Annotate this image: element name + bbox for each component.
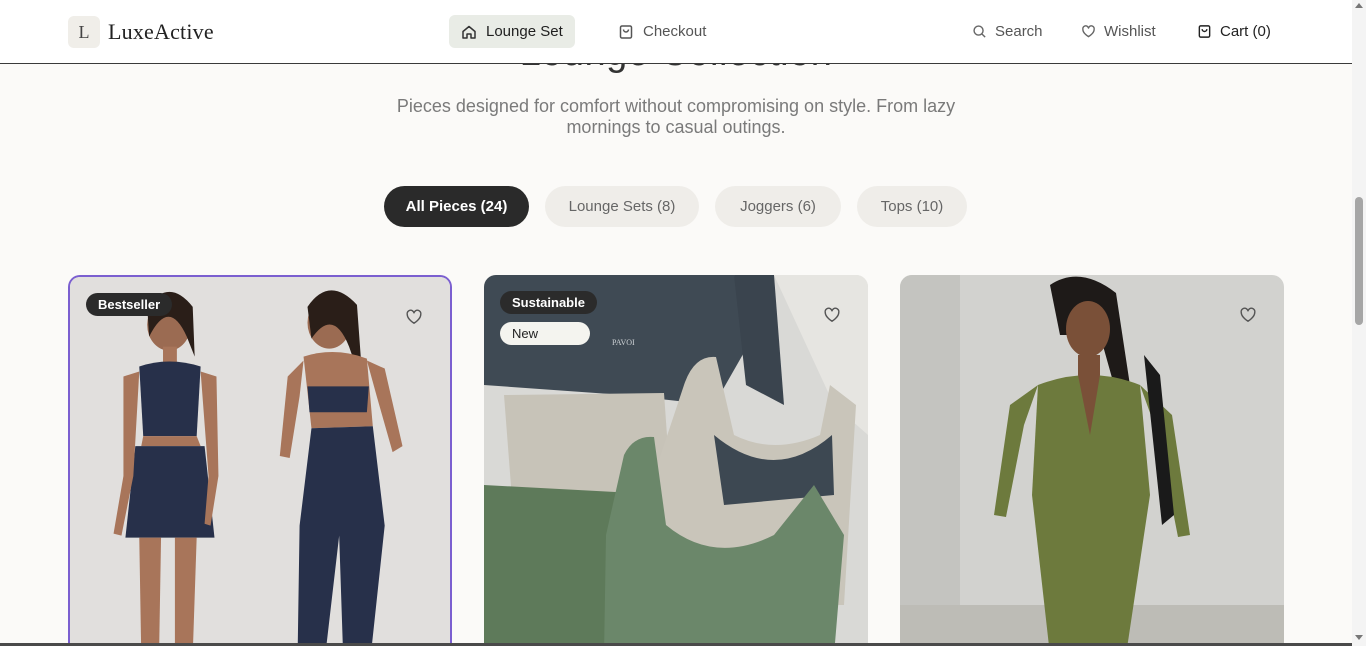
product-card[interactable]: Bestseller: [68, 275, 452, 646]
product-image: [70, 277, 450, 646]
cart-icon: [1198, 25, 1211, 38]
section-description: Pieces designed for comfort without comp…: [396, 96, 956, 137]
badge-new: New: [500, 322, 590, 345]
search-icon: [973, 25, 986, 38]
scroll-up-arrow-icon[interactable]: [1355, 3, 1363, 8]
nav-checkout[interactable]: Checkout: [606, 15, 718, 48]
heart-icon: [824, 307, 840, 322]
svg-text:PAVOI: PAVOI: [612, 338, 635, 347]
nav-search-label: Search: [995, 23, 1043, 40]
scrollbar[interactable]: [1352, 0, 1366, 646]
scrollbar-thumb[interactable]: [1355, 197, 1363, 325]
logo[interactable]: L LuxeActive: [68, 16, 214, 48]
brand-name: LuxeActive: [108, 19, 214, 44]
heart-icon: [1240, 307, 1256, 322]
nav-lounge-set-label: Lounge Set: [486, 23, 563, 40]
nav-cart-label: Cart (0): [1220, 23, 1271, 40]
product-image: [900, 275, 1284, 646]
bag-icon: [619, 24, 633, 39]
nav-checkout-label: Checkout: [643, 23, 707, 40]
site-header: L LuxeActive Lounge Set Checkout Search …: [0, 0, 1352, 64]
nav-cart[interactable]: Cart (0): [1197, 15, 1271, 48]
product-card[interactable]: PAVOI Sustainable New: [484, 275, 868, 646]
wishlist-button[interactable]: [816, 299, 848, 331]
wishlist-button[interactable]: [1232, 299, 1264, 331]
badge-bestseller: Bestseller: [86, 293, 173, 316]
heart-icon: [406, 309, 422, 324]
filter-joggers[interactable]: Joggers (6): [715, 186, 841, 227]
nav-wishlist[interactable]: Wishlist: [1081, 15, 1156, 48]
nav-search[interactable]: Search: [972, 15, 1043, 48]
home-icon: [462, 25, 476, 39]
scroll-down-arrow-icon[interactable]: [1355, 635, 1363, 640]
product-card[interactable]: [900, 275, 1284, 646]
logo-mark: L: [68, 16, 100, 48]
heart-icon: [1082, 25, 1095, 38]
badge-sustainable: Sustainable: [500, 291, 597, 314]
nav-wishlist-label: Wishlist: [1104, 23, 1156, 40]
filter-all-pieces[interactable]: All Pieces (24): [384, 186, 529, 227]
nav-lounge-set[interactable]: Lounge Set: [449, 15, 575, 48]
wishlist-button[interactable]: [398, 301, 430, 333]
filter-tops[interactable]: Tops (10): [857, 186, 967, 227]
filter-lounge-sets[interactable]: Lounge Sets (8): [545, 186, 699, 227]
